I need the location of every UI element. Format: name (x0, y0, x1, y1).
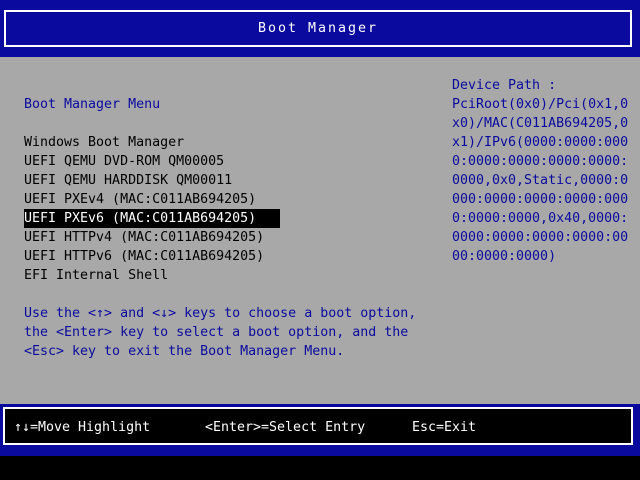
bottom-black-band (0, 456, 640, 480)
device-path-line: 0000:0000:0000:0000:00 (452, 230, 629, 245)
device-path-line: 00:0000:0000) (452, 249, 557, 264)
boot-option-uefi-httpv6[interactable]: UEFI HTTPv6 (MAC:C011AB694205) (24, 247, 280, 266)
header-banner: Boot Manager (0, 0, 640, 57)
boot-option-uefi-pxev4[interactable]: UEFI PXEv4 (MAC:C011AB694205) (24, 190, 280, 209)
header-title-box: Boot Manager (4, 10, 632, 47)
help-line: Use the <↑> and <↓> keys to choose a boo… (24, 306, 417, 321)
boot-option-uefi-httpv4[interactable]: UEFI HTTPv4 (MAC:C011AB694205) (24, 228, 280, 247)
device-path-line: x1)/IPv6(0000:0000:000 (452, 135, 629, 150)
boot-option-efi-internal-shell[interactable]: EFI Internal Shell (24, 266, 280, 285)
menu-title: Boot Manager Menu (24, 97, 161, 112)
device-path-line: x0)/MAC(C011AB694205,0 (452, 116, 629, 131)
boot-option-uefi-qemu-dvd-rom[interactable]: UEFI QEMU DVD-ROM QM00005 (24, 152, 280, 171)
device-path-line: PciRoot(0x0)/Pci(0x1,0 (452, 97, 629, 112)
device-path-line: 0:0000:0000:0000:0000: (452, 154, 629, 169)
boot-option-uefi-pxev6-selected[interactable]: UEFI PXEv6 (MAC:C011AB694205) (24, 209, 280, 228)
hint-move-highlight: ↑↓=Move Highlight (14, 420, 151, 435)
device-path-label: Device Path : (452, 78, 557, 93)
boot-option-uefi-qemu-harddisk[interactable]: UEFI QEMU HARDDISK QM00011 (24, 171, 280, 190)
boot-manager-screen: Boot Manager Boot Manager Menu Windows B… (0, 0, 640, 480)
boot-option-windows-boot-manager[interactable]: Windows Boot Manager (24, 133, 280, 152)
device-path-panel: Device Path : PciRoot(0x0)/Pci(0x1,0 x0)… (452, 76, 628, 266)
device-path-line: 0000,0x0,Static,0000:0 (452, 173, 629, 188)
hint-exit: Esc=Exit (412, 420, 477, 435)
hint-select-entry: <Enter>=Select Entry (205, 420, 366, 435)
page-title: Boot Manager (257, 21, 379, 36)
device-path-line: 0:0000:0000,0x40,0000: (452, 211, 629, 226)
help-text: Use the <↑> and <↓> keys to choose a boo… (24, 304, 416, 361)
device-path-line: 000:0000:0000:0000:000 (452, 192, 629, 207)
boot-options-list: Windows Boot Manager UEFI QEMU DVD-ROM Q… (24, 133, 280, 285)
help-line: <Esc> key to exit the Boot Manager Menu. (24, 344, 345, 359)
footer: ↑↓=Move Highlight <Enter>=Select Entry E… (0, 404, 640, 456)
help-line: the <Enter> key to select a boot option,… (24, 325, 409, 340)
